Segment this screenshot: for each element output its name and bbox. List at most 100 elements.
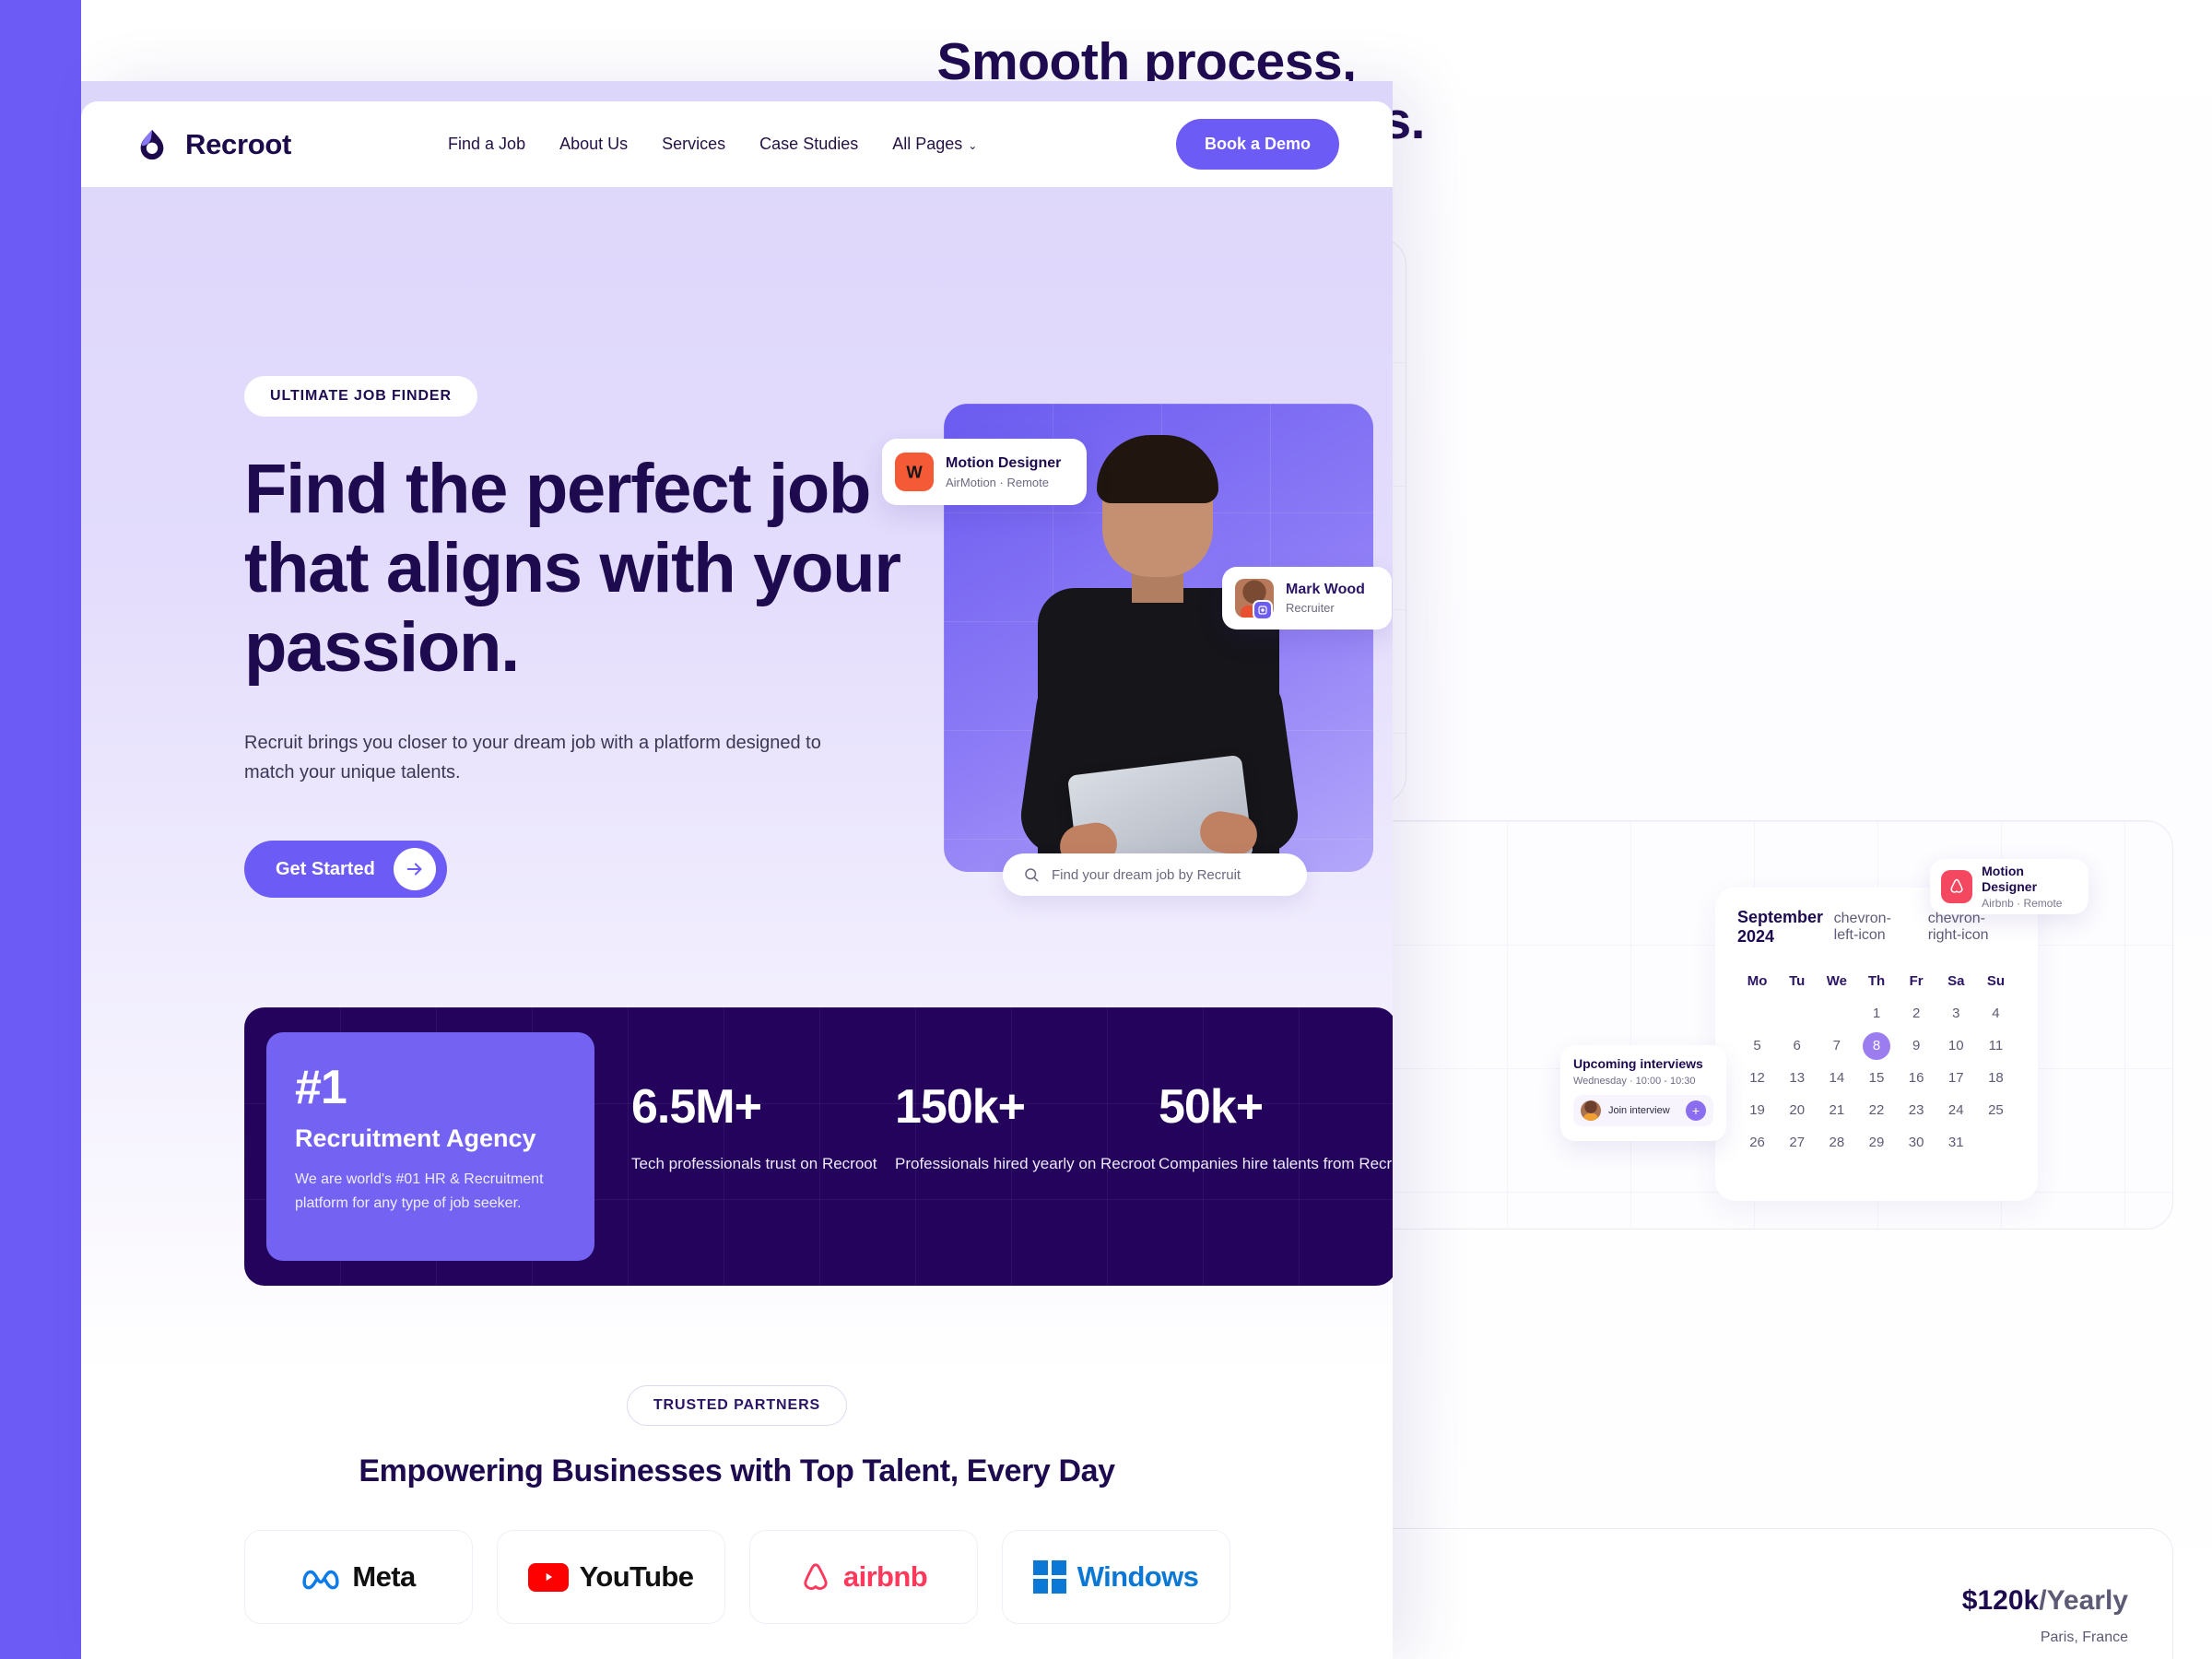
search-input[interactable]: Find your dream job by Recruit: [1003, 853, 1307, 896]
calendar-day[interactable]: 20: [1777, 1094, 1817, 1126]
stat-item: 6.5M+ Tech professionals trust on Recroo…: [631, 1079, 895, 1177]
calendar-day-selected[interactable]: 8: [1856, 1030, 1896, 1062]
job-salary-amount: $120k: [1961, 1585, 2040, 1616]
stat-description: Professionals hired yearly on Recroot: [895, 1155, 1156, 1172]
hero-paragraph: Recruit brings you closer to your dream …: [244, 733, 821, 783]
join-interview-button[interactable]: Join interview +: [1573, 1095, 1713, 1126]
verified-badge-icon: [1253, 600, 1273, 620]
calendar-day[interactable]: 21: [1817, 1094, 1856, 1126]
nav-link-about-us[interactable]: About Us: [559, 135, 628, 154]
calendar-day[interactable]: 27: [1777, 1126, 1817, 1159]
calendar-day[interactable]: 11: [1976, 1030, 2016, 1062]
hero-job-card[interactable]: W Motion Designer AirMotion · Remote: [882, 439, 1087, 505]
calendar-day[interactable]: 4: [1976, 997, 2016, 1030]
upcoming-interviews-card[interactable]: Upcoming interviews Wednesday · 10:00 - …: [1560, 1045, 1726, 1141]
partner-logo-airbnb[interactable]: airbnb: [748, 1530, 978, 1624]
calendar-day[interactable]: 25: [1976, 1094, 2016, 1126]
calendar-day[interactable]: 17: [1936, 1062, 1976, 1094]
chevron-left-icon[interactable]: chevron-left-icon: [1834, 911, 1915, 944]
stat-number: 50k+: [1159, 1080, 1264, 1134]
partner-logo-label: Windows: [1077, 1560, 1199, 1593]
calendar-day[interactable]: 13: [1777, 1062, 1817, 1094]
brand[interactable]: Recroot: [135, 127, 291, 162]
calendar-day[interactable]: 2: [1897, 997, 1936, 1030]
calendar-day[interactable]: 3: [1936, 997, 1976, 1030]
get-started-button[interactable]: Get Started: [244, 841, 447, 898]
person-hair: [1097, 435, 1218, 503]
partner-logo-row: Meta YouTube airbnb Windows: [81, 1530, 1393, 1624]
calendar-day[interactable]: 26: [1737, 1126, 1777, 1159]
stat-highlight-number: #1: [295, 1061, 347, 1114]
stat-item: 150k+ Professionals hired yearly on Recr…: [895, 1079, 1159, 1177]
chevron-right-icon[interactable]: chevron-right-icon: [1928, 911, 2016, 944]
hero-recruiter-text: Mark Wood Recruiter: [1286, 582, 1365, 615]
calendar-blank: [1817, 997, 1856, 1030]
partner-logo-windows[interactable]: Windows: [1001, 1530, 1230, 1624]
job-location: Paris, France: [2040, 1630, 2128, 1645]
stat-highlight-description: We are world's #01 HR & Recruitment plat…: [295, 1171, 544, 1211]
hero-recruiter-card[interactable]: Mark Wood Recruiter: [1222, 567, 1392, 629]
stat-description: Companies hire talents from Recroot: [1159, 1155, 1393, 1172]
calendar-weekday: We: [1826, 973, 1847, 989]
stat-columns: 6.5M+ Tech professionals trust on Recroo…: [631, 1079, 1393, 1177]
stat-number: 6.5M+: [631, 1080, 762, 1134]
nav-link-services[interactable]: Services: [662, 135, 725, 154]
plus-icon[interactable]: +: [1686, 1100, 1706, 1121]
calendar-day[interactable]: 22: [1856, 1094, 1896, 1126]
calendar-day[interactable]: 14: [1817, 1062, 1856, 1094]
calendar-day[interactable]: 18: [1976, 1062, 2016, 1094]
calendar-day[interactable]: 1: [1856, 997, 1896, 1030]
calendar-day[interactable]: 16: [1897, 1062, 1936, 1094]
calendar-day[interactable]: 7: [1817, 1030, 1856, 1062]
nav-link-case-studies[interactable]: Case Studies: [759, 135, 858, 154]
calendar-day[interactable]: 6: [1777, 1030, 1817, 1062]
nav-link-all-pages-label: All Pages: [892, 135, 963, 153]
partners-badge: TRUSTED PARTNERS: [626, 1385, 848, 1426]
calendar-day[interactable]: 5: [1737, 1030, 1777, 1062]
calendar-day[interactable]: 24: [1936, 1094, 1976, 1126]
calendar-day[interactable]: 19: [1737, 1094, 1777, 1126]
nav-links: Find a Job About Us Services Case Studie…: [448, 135, 977, 154]
calendar-day[interactable]: 29: [1856, 1126, 1896, 1159]
search-icon: [1023, 866, 1040, 883]
nav-link-find-a-job[interactable]: Find a Job: [448, 135, 525, 154]
partner-logo-youtube[interactable]: YouTube: [496, 1530, 725, 1624]
airmotion-logo-icon: W: [895, 453, 934, 491]
partner-logo-label: YouTube: [579, 1560, 694, 1593]
partner-logo-meta[interactable]: Meta: [243, 1530, 473, 1624]
windows-squares-icon: [1032, 1560, 1066, 1594]
brand-name: Recroot: [185, 127, 292, 160]
book-a-demo-button[interactable]: Book a Demo: [1175, 119, 1339, 170]
calendar-weekday: Tu: [1789, 973, 1806, 989]
calendar-day[interactable]: 30: [1897, 1126, 1936, 1159]
hero-job-title: Motion Designer: [946, 454, 1062, 471]
floating-job-title: Motion Designer: [1982, 864, 2038, 894]
hero-person-illustration: [1016, 435, 1303, 872]
airbnb-belo-icon: [1941, 870, 1973, 903]
calendar-day[interactable]: 28: [1817, 1126, 1856, 1159]
landing-page-overlay: Recroot Find a Job About Us Services Cas…: [81, 81, 1393, 1659]
svg-text:W: W: [906, 463, 923, 482]
arrow-right-icon: [393, 848, 436, 890]
hero-badge: ULTIMATE JOB FINDER: [244, 376, 477, 417]
calendar-day[interactable]: 31: [1936, 1126, 1976, 1159]
search-placeholder: Find your dream job by Recruit: [1052, 866, 1241, 883]
stat-highlight-title: Recruitment Agency: [295, 1124, 536, 1152]
calendar-day[interactable]: 15: [1856, 1062, 1896, 1094]
calendar-widget[interactable]: September 2024 chevron-left-icon chevron…: [1715, 888, 2038, 1201]
airbnb-belo-icon: [799, 1560, 832, 1594]
calendar-nav: chevron-left-icon chevron-right-icon: [1834, 911, 2016, 944]
calendar-weekday: Th: [1867, 973, 1886, 989]
nav-link-all-pages[interactable]: All Pages ⌄: [892, 135, 977, 154]
calendar-grid[interactable]: Mo Tu We Th Fr Sa Su 1 2 3 4 5 6 7 8 9 10 11 12 13 14 15 16 17 1…: [1737, 965, 2016, 1159]
calendar-blank: [1777, 997, 1817, 1030]
calendar-day[interactable]: 23: [1897, 1094, 1936, 1126]
calendar-weekday: Mo: [1747, 973, 1768, 989]
floating-job-card[interactable]: Motion Designer Airbnb · Remote: [1930, 859, 2088, 914]
partner-logo-label: airbnb: [842, 1560, 928, 1593]
calendar-day[interactable]: 9: [1897, 1030, 1936, 1062]
calendar-day[interactable]: 12: [1737, 1062, 1777, 1094]
recruiter-name: Mark Wood: [1286, 582, 1365, 597]
calendar-weekday: Sa: [1947, 973, 1965, 989]
calendar-day[interactable]: 10: [1936, 1030, 1976, 1062]
